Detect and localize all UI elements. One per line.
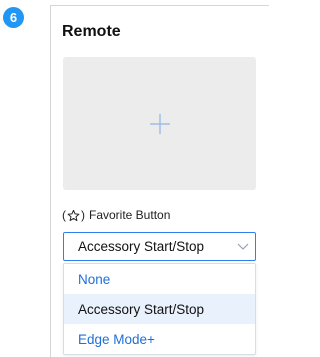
option-label: Accessory Start/Stop (78, 301, 205, 317)
label-close-paren: ) (81, 208, 85, 222)
panel-title: Remote (62, 23, 121, 40)
select-value: Accessory Start/Stop (78, 239, 205, 254)
option-accessory-start-stop[interactable]: Accessory Start/Stop (64, 294, 255, 324)
option-none[interactable]: None (64, 264, 255, 294)
select-dropdown-menu: None Accessory Start/Stop Edge Mode+ (63, 263, 256, 355)
plus-icon (149, 113, 170, 134)
favorite-label-text: Favorite Button (89, 208, 171, 222)
step-number-badge: 6 (3, 7, 24, 28)
label-open-paren: ( (62, 208, 66, 222)
star-outline-icon (67, 209, 80, 221)
remote-panel: Remote ( ) Favorite Button Accessory Sta… (50, 5, 269, 357)
favorite-button-label: ( ) Favorite Button (62, 208, 170, 222)
option-label: None (78, 271, 111, 287)
chevron-down-icon[interactable] (237, 243, 249, 251)
add-image-button[interactable] (63, 57, 256, 190)
option-label: Edge Mode+ (78, 331, 155, 347)
option-edge-mode-plus[interactable]: Edge Mode+ (64, 324, 255, 354)
favorite-button-select[interactable]: Accessory Start/Stop (63, 232, 256, 261)
